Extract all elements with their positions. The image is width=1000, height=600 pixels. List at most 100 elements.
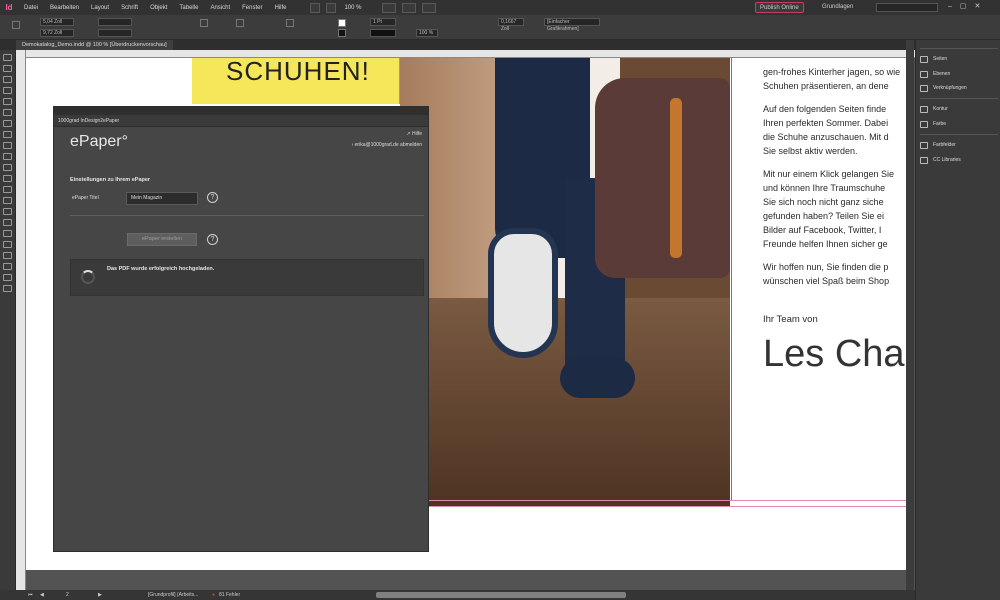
hand-tool-icon[interactable] [3, 230, 12, 237]
selection-tool-icon[interactable] [3, 54, 12, 61]
type-tool-icon[interactable] [3, 109, 12, 116]
arrange-docs-icon[interactable] [421, 2, 436, 13]
eyedropper-tool-icon[interactable] [3, 219, 12, 226]
panel-label: CC Libraries [933, 157, 961, 163]
formatting-icon[interactable] [3, 263, 12, 270]
help-link[interactable]: ↗ Hilfe [406, 131, 422, 137]
pen-tool-icon[interactable] [3, 131, 12, 138]
panel-cc-libraries[interactable]: CC Libraries [920, 155, 961, 165]
next-page-icon[interactable]: ▶ [98, 590, 102, 600]
tools-panel [0, 50, 16, 590]
document-tab-bar: Demokatalog_Demo.indd @ 100 % [Überdruck… [0, 40, 915, 50]
stroke-weight-field[interactable]: 1 Pt [370, 18, 396, 26]
menu-objekt[interactable]: Objekt [144, 5, 173, 11]
window-controls[interactable]: –▢✕ [948, 2, 988, 10]
text-line: wünschen viel Spaß beim Shop [763, 276, 890, 286]
rectangle-frame-tool-icon[interactable] [3, 153, 12, 160]
rectangle-tool-icon[interactable] [3, 164, 12, 171]
create-epaper-button[interactable]: ePaper erstellen [127, 233, 197, 246]
fill-stroke-icon[interactable] [3, 252, 12, 259]
fill-swatch-icon[interactable] [338, 19, 346, 27]
panel-ebenen[interactable]: Ebenen [920, 69, 950, 79]
panel-farbfelder[interactable]: Farbfelder [920, 140, 956, 150]
error-count[interactable]: 81 Fehler [219, 590, 240, 600]
text-line: die Schuhe anzuschauen. Mit d [763, 132, 889, 142]
panel-farbe[interactable]: Farbe [920, 119, 946, 129]
view-options-icon[interactable] [381, 2, 396, 13]
epaper-dialog: 1000grad InDesign2ePaper ePaper° ↗ Hilfe… [53, 106, 429, 552]
panel-seiten[interactable]: Seiten [920, 54, 947, 64]
corner-size-field[interactable]: 0,1667 Zoll [498, 18, 524, 32]
menu-schrift[interactable]: Schrift [115, 5, 144, 11]
logout-link[interactable]: › erika@1000grad.de abmelden [352, 142, 422, 148]
dialog-divider [70, 215, 424, 216]
epaper-title-input[interactable]: Mein Magazin [126, 192, 198, 205]
workspace-switcher[interactable]: Grundlagen [822, 4, 853, 10]
direct-selection-tool-icon[interactable] [3, 65, 12, 72]
screen-mode-tool-icon[interactable] [3, 285, 12, 292]
x-position-field[interactable]: 5,04 Zoll [40, 18, 74, 26]
yellow-headline-frame[interactable]: SCHUHEN! [192, 56, 400, 104]
search-input[interactable] [876, 3, 938, 12]
paragraph-2: Auf den folgenden Seiten finde Ihren per… [763, 102, 906, 158]
free-transform-tool-icon[interactable] [3, 186, 12, 193]
logout-label: erika@1000grad.de abmelden [354, 142, 422, 148]
bridge-icon[interactable] [310, 2, 321, 13]
apply-color-icon[interactable] [3, 274, 12, 281]
page-tool-icon[interactable] [3, 76, 12, 83]
flip-icon[interactable] [286, 19, 294, 27]
publish-online-button[interactable]: Publish Online [755, 2, 804, 13]
menu-ansicht[interactable]: Ansicht [204, 5, 236, 11]
panel-verknuepfungen[interactable]: Verknüpfungen [920, 83, 967, 93]
note-tool-icon[interactable] [3, 208, 12, 215]
vertical-scrollbar[interactable] [906, 40, 914, 590]
reference-point-icon[interactable] [12, 21, 20, 29]
gap-tool-icon[interactable] [3, 87, 12, 94]
height-field[interactable] [98, 29, 132, 37]
stroke-swatch-icon[interactable] [338, 29, 346, 37]
menu-hilfe[interactable]: Hilfe [268, 5, 292, 11]
stroke-type-select[interactable] [370, 29, 396, 37]
page-number-field[interactable]: 2 [66, 590, 69, 600]
gradient-tool-icon[interactable] [3, 197, 12, 204]
bleed-guide-outer [400, 506, 906, 507]
sneaker-photo[interactable] [400, 58, 730, 506]
text-line: Schuhen präsentieren, an dene [763, 81, 889, 91]
prev-page-icon[interactable]: ◀ [40, 590, 44, 600]
paragraph-4: Wir hoffen nun, Sie finden die p wünsche… [763, 260, 906, 288]
body-text-frame[interactable]: gen-frohes Kinterher jagen, so wie Schuh… [763, 65, 906, 465]
panel-kontur[interactable]: Kontur [920, 104, 948, 114]
opacity-field[interactable]: 100 % [416, 29, 438, 37]
screen-mode-icon[interactable] [401, 2, 416, 13]
panel-label: Farbfelder [933, 142, 956, 148]
document-tab[interactable]: Demokatalog_Demo.indd @ 100 % [Überdruck… [16, 40, 173, 50]
title-help-icon[interactable]: ? [207, 192, 218, 203]
width-field[interactable] [98, 18, 132, 26]
horizontal-scrollbar-thumb[interactable] [376, 592, 626, 598]
panel-label: Ebenen [933, 71, 951, 77]
object-style-select[interactable]: [Einfacher Grafikrahmen] [544, 18, 600, 32]
create-help-icon[interactable]: ? [207, 234, 218, 245]
dialog-titlebar[interactable] [54, 107, 428, 115]
error-indicator-icon: ● [212, 592, 216, 598]
menu-tabelle[interactable]: Tabelle [173, 5, 204, 11]
content-collector-icon[interactable] [3, 98, 12, 105]
rotate-icon[interactable] [236, 19, 244, 27]
y-position-field[interactable]: 9,72 Zoll [40, 29, 74, 37]
photo-backpack [595, 78, 730, 278]
preflight-profile[interactable]: [Grundprofil] (Arbeits... [148, 590, 198, 600]
panel-label: Kontur [933, 106, 948, 112]
menu-datei[interactable]: Datei [18, 5, 44, 11]
menu-layout[interactable]: Layout [85, 5, 115, 11]
first-page-icon[interactable]: ⏮ [28, 590, 33, 600]
stock-icon[interactable] [326, 2, 337, 13]
menu-bearbeiten[interactable]: Bearbeiten [44, 5, 85, 11]
zoom-tool-icon[interactable] [3, 241, 12, 248]
pencil-tool-icon[interactable] [3, 142, 12, 149]
zoom-level[interactable]: 100 % [344, 5, 361, 11]
constrain-proportions-icon[interactable] [200, 19, 208, 27]
panel-label: Verknüpfungen [933, 85, 967, 91]
scissors-tool-icon[interactable] [3, 175, 12, 182]
menu-fenster[interactable]: Fenster [236, 5, 268, 11]
line-tool-icon[interactable] [3, 120, 12, 127]
